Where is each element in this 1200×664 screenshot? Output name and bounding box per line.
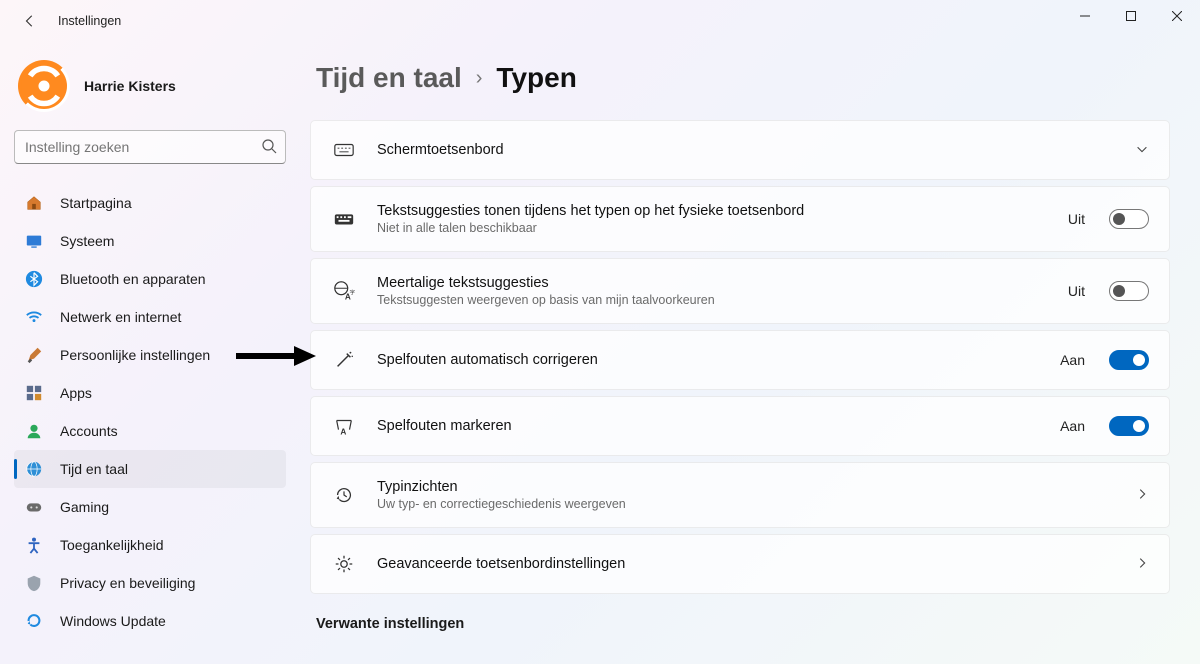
keyboard-icon bbox=[331, 137, 357, 163]
card-title: Typinzichten bbox=[377, 479, 1115, 495]
nav-list: Startpagina Systeem Bluetooth en apparat… bbox=[14, 184, 286, 640]
sidebar-item-label: Systeem bbox=[60, 233, 114, 249]
card-title: Spelfouten markeren bbox=[377, 418, 1040, 434]
apps-icon bbox=[24, 383, 44, 403]
toggle-state-label: Uit bbox=[1068, 211, 1085, 227]
card-typing-insights[interactable]: Typinzichten Uw typ- en correctiegeschie… bbox=[310, 462, 1170, 528]
sidebar-item-label: Bluetooth en apparaten bbox=[60, 271, 206, 287]
globe-language-icon: A字 bbox=[331, 278, 357, 304]
card-title: Geavanceerde toetsenbordinstellingen bbox=[377, 556, 1115, 572]
toggle-autocorrect[interactable] bbox=[1109, 350, 1149, 370]
sidebar: Harrie Kisters Startpagina Systeem Bluet… bbox=[0, 42, 300, 664]
accessibility-icon bbox=[24, 535, 44, 555]
back-button[interactable] bbox=[16, 7, 44, 35]
toggle-state-label: Aan bbox=[1060, 352, 1085, 368]
sidebar-item-bluetooth[interactable]: Bluetooth en apparaten bbox=[14, 260, 286, 298]
sidebar-item-apps[interactable]: Apps bbox=[14, 374, 286, 412]
update-icon bbox=[24, 611, 44, 631]
minimize-button[interactable] bbox=[1062, 0, 1108, 32]
svg-text:字: 字 bbox=[350, 289, 356, 297]
brush-icon bbox=[24, 345, 44, 365]
maximize-button[interactable] bbox=[1108, 0, 1154, 32]
sidebar-item-label: Startpagina bbox=[60, 195, 132, 211]
sidebar-item-label: Persoonlijke instellingen bbox=[60, 347, 210, 363]
card-subtitle: Uw typ- en correctiegeschiedenis weergev… bbox=[377, 497, 1115, 511]
sidebar-item-label: Accounts bbox=[60, 423, 118, 439]
sidebar-item-label: Privacy en beveiliging bbox=[60, 575, 195, 591]
close-button[interactable] bbox=[1154, 0, 1200, 32]
card-autocorrect[interactable]: Spelfouten automatisch corrigeren Aan bbox=[310, 330, 1170, 390]
shield-icon bbox=[24, 573, 44, 593]
sidebar-item-privacy[interactable]: Privacy en beveiliging bbox=[14, 564, 286, 602]
wifi-icon bbox=[24, 307, 44, 327]
toggle-state-label: Aan bbox=[1060, 418, 1085, 434]
card-multilingual[interactable]: A字 Meertalige tekstsuggesties Tekstsugge… bbox=[310, 258, 1170, 324]
sidebar-item-update[interactable]: Windows Update bbox=[14, 602, 286, 640]
toggle-multilingual[interactable] bbox=[1109, 281, 1149, 301]
svg-text:A: A bbox=[340, 427, 346, 436]
chevron-down-icon bbox=[1135, 142, 1149, 159]
person-icon bbox=[24, 421, 44, 441]
card-title: Tekstsuggesties tonen tijdens het typen … bbox=[377, 203, 1048, 219]
history-icon bbox=[331, 482, 357, 508]
bluetooth-icon bbox=[24, 269, 44, 289]
chevron-right-icon bbox=[1135, 487, 1149, 504]
card-advanced-keyboard[interactable]: Geavanceerde toetsenbordinstellingen bbox=[310, 534, 1170, 594]
breadcrumb: Tijd en taal › Typen bbox=[310, 62, 1170, 94]
sidebar-item-time-language[interactable]: Tijd en taal bbox=[14, 450, 286, 488]
card-subtitle: Tekstsuggesten weergeven op basis van mi… bbox=[377, 293, 1048, 307]
user-name: Harrie Kisters bbox=[84, 78, 176, 94]
window-controls bbox=[1062, 0, 1200, 32]
globe-clock-icon bbox=[24, 459, 44, 479]
card-title: Spelfouten automatisch corrigeren bbox=[377, 352, 1040, 368]
highlighter-icon: A bbox=[331, 413, 357, 439]
toggle-highlight[interactable] bbox=[1109, 416, 1149, 436]
sidebar-item-gaming[interactable]: Gaming bbox=[14, 488, 286, 526]
wand-icon bbox=[331, 347, 357, 373]
gamepad-icon bbox=[24, 497, 44, 517]
search-input[interactable] bbox=[25, 139, 261, 155]
toggle-text-suggestions[interactable] bbox=[1109, 209, 1149, 229]
sidebar-item-accounts[interactable]: Accounts bbox=[14, 412, 286, 450]
gear-icon bbox=[331, 551, 357, 577]
sidebar-item-label: Toegankelijkheid bbox=[60, 537, 164, 553]
window-title: Instellingen bbox=[58, 14, 121, 28]
sidebar-item-personalization[interactable]: Persoonlijke instellingen bbox=[14, 336, 286, 374]
search-box[interactable] bbox=[14, 130, 286, 164]
card-title: Meertalige tekstsuggesties bbox=[377, 275, 1048, 291]
sidebar-item-label: Gaming bbox=[60, 499, 109, 515]
home-icon bbox=[24, 193, 44, 213]
sidebar-item-label: Tijd en taal bbox=[60, 461, 128, 477]
content-area: Tijd en taal › Typen Schermtoetsenbord T… bbox=[300, 42, 1200, 664]
card-text-suggestions[interactable]: Tekstsuggesties tonen tijdens het typen … bbox=[310, 186, 1170, 252]
search-icon bbox=[261, 138, 277, 157]
user-block[interactable]: Harrie Kisters bbox=[14, 56, 286, 130]
card-title: Schermtoetsenbord bbox=[377, 142, 1115, 158]
sidebar-item-label: Windows Update bbox=[60, 613, 166, 629]
title-bar: Instellingen bbox=[0, 0, 1200, 42]
sidebar-item-label: Apps bbox=[60, 385, 92, 401]
chevron-right-icon bbox=[1135, 556, 1149, 573]
avatar bbox=[18, 60, 70, 112]
page-title: Typen bbox=[496, 62, 576, 94]
sidebar-item-system[interactable]: Systeem bbox=[14, 222, 286, 260]
sidebar-item-accessibility[interactable]: Toegankelijkheid bbox=[14, 526, 286, 564]
card-touch-keyboard[interactable]: Schermtoetsenbord bbox=[310, 120, 1170, 180]
toggle-state-label: Uit bbox=[1068, 283, 1085, 299]
section-related-title: Verwante instellingen bbox=[310, 616, 1170, 632]
keyboard-solid-icon bbox=[331, 206, 357, 232]
sidebar-item-home[interactable]: Startpagina bbox=[14, 184, 286, 222]
sidebar-item-network[interactable]: Netwerk en internet bbox=[14, 298, 286, 336]
card-subtitle: Niet in alle talen beschikbaar bbox=[377, 221, 1048, 235]
chevron-right-icon: › bbox=[476, 67, 483, 90]
breadcrumb-parent[interactable]: Tijd en taal bbox=[316, 62, 462, 94]
system-icon bbox=[24, 231, 44, 251]
sidebar-item-label: Netwerk en internet bbox=[60, 309, 181, 325]
card-highlight[interactable]: A Spelfouten markeren Aan bbox=[310, 396, 1170, 456]
